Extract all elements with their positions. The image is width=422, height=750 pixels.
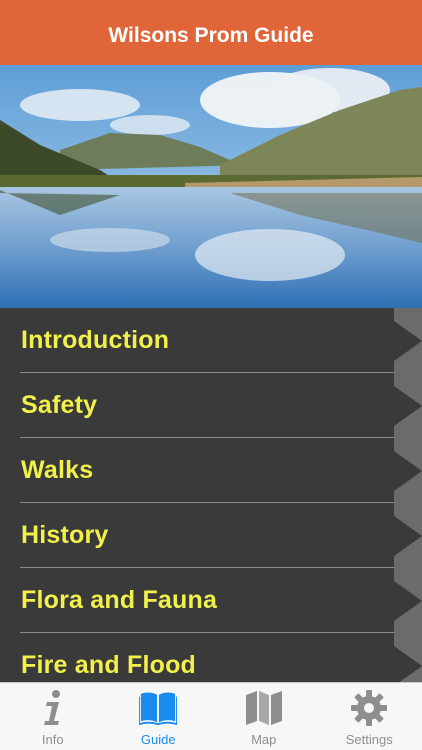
info-icon: [34, 689, 72, 727]
page-title: Wilsons Prom Guide: [108, 24, 314, 47]
hero-landscape-image: [0, 65, 422, 308]
menu-item-label: Fire and Flood: [21, 651, 197, 679]
tab-label: Settings: [345, 732, 393, 747]
menu-item-fire-and-flood[interactable]: Fire and Flood: [0, 633, 422, 682]
tab-bar: Info Guide Map Settings: [0, 682, 422, 750]
tab-label: Guide: [140, 732, 176, 747]
chevron-right-icon: [394, 503, 422, 568]
menu-item-label: Flora and Fauna: [21, 586, 218, 614]
tab-settings[interactable]: Settings: [317, 683, 422, 750]
tab-label: Info: [41, 732, 64, 747]
chevron-right-icon: [394, 308, 422, 373]
tab-info[interactable]: Info: [0, 683, 106, 750]
book-icon: [139, 689, 178, 727]
nav-bar: Wilsons Prom Guide: [0, 0, 422, 65]
menu-item-flora-and-fauna[interactable]: Flora and Fauna: [0, 568, 422, 633]
menu-item-safety[interactable]: Safety: [0, 373, 422, 438]
menu-item-introduction[interactable]: Introduction: [0, 308, 422, 373]
tab-map[interactable]: Map: [211, 683, 317, 750]
gear-icon: [350, 689, 388, 727]
menu-item-label: Walks: [21, 456, 94, 484]
menu-item-history[interactable]: History: [0, 503, 422, 568]
map-icon: [245, 689, 283, 727]
chevron-right-icon: [394, 633, 422, 682]
menu-item-label: History: [21, 521, 109, 549]
menu-item-label: Introduction: [21, 326, 170, 354]
chevron-right-icon: [394, 373, 422, 438]
tab-guide[interactable]: Guide: [106, 683, 212, 750]
tab-label: Map: [251, 732, 277, 747]
guide-menu-list: Introduction Safety Walks History Flora …: [0, 308, 422, 682]
chevron-right-icon: [394, 568, 422, 633]
chevron-right-icon: [394, 438, 422, 503]
menu-item-label: Safety: [21, 391, 98, 419]
menu-item-walks[interactable]: Walks: [0, 438, 422, 503]
